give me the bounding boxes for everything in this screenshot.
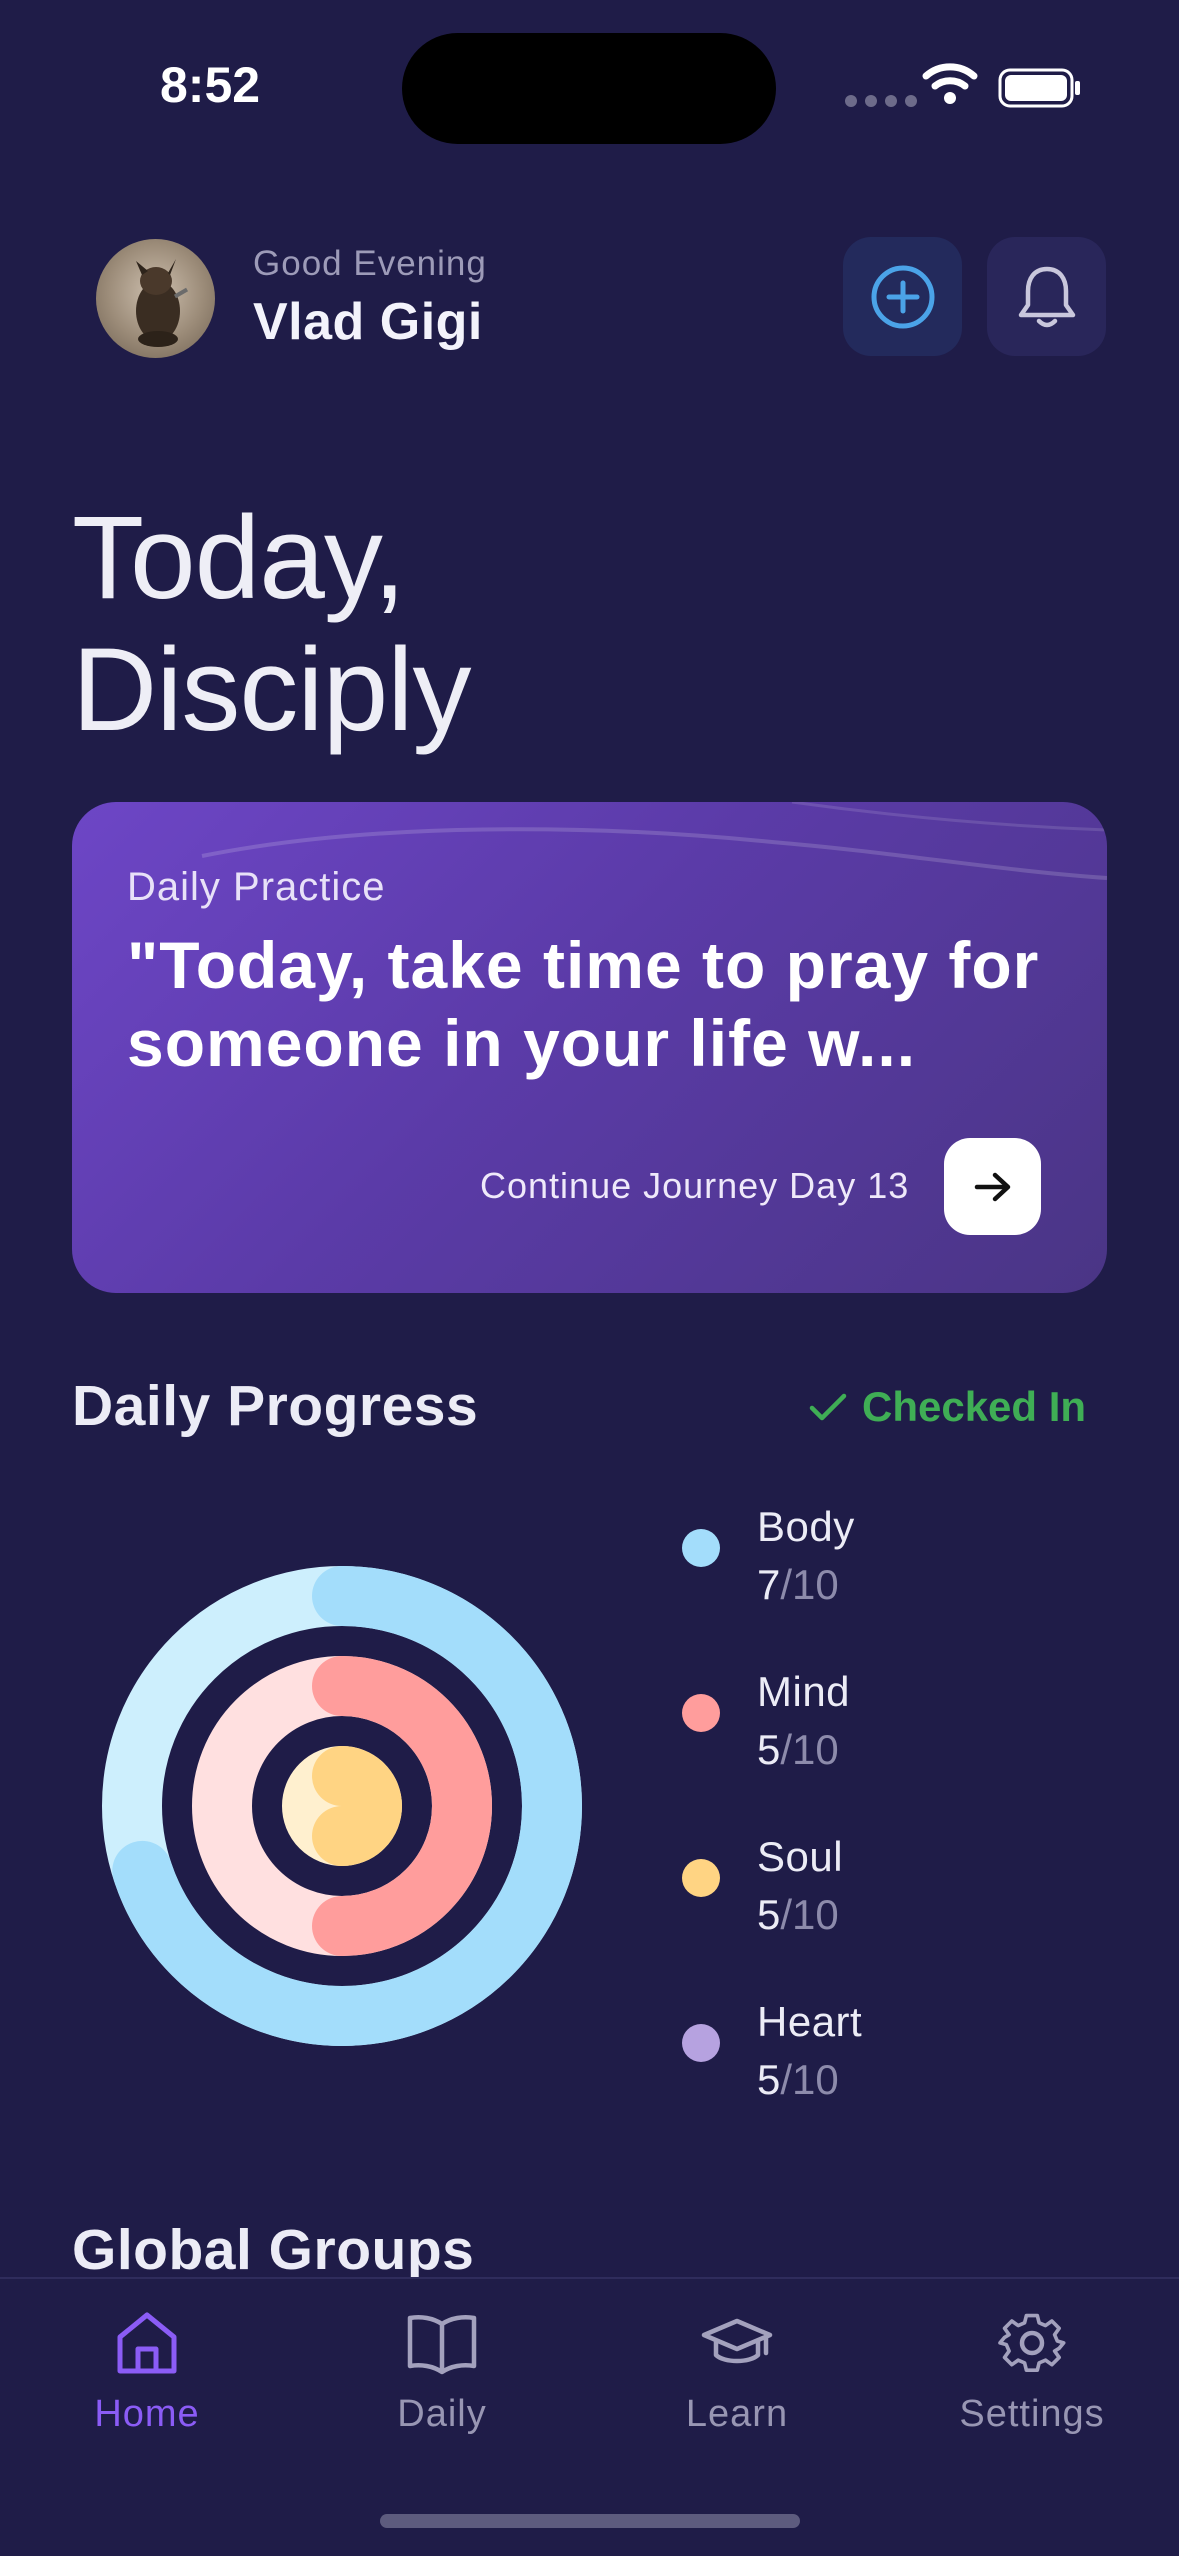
battery-icon xyxy=(998,68,1080,108)
continue-journey-button[interactable] xyxy=(944,1138,1041,1235)
nav-learn-label: Learn xyxy=(685,2393,789,2435)
nav-home-label: Home xyxy=(94,2393,200,2435)
legend-item-mind: Mind 5/10 xyxy=(682,1668,1102,1788)
score-total: /10 xyxy=(780,1891,839,1938)
practice-quote: "Today, take time to pray for someone in… xyxy=(127,928,1040,1080)
legend-label: Body xyxy=(757,1503,855,1550)
avatar[interactable] xyxy=(96,239,215,358)
ring-progress-soul xyxy=(312,1746,402,1866)
user-name: Vlad Gigi xyxy=(253,293,483,351)
legend-label: Soul xyxy=(757,1833,844,1880)
legend-dot-body xyxy=(682,1529,720,1567)
page-title-line-1: Today, xyxy=(72,492,406,624)
legend-label: Mind xyxy=(757,1668,851,1715)
greeting-text: Good Evening xyxy=(253,244,487,283)
check-icon xyxy=(809,1393,847,1421)
card-label: Daily Practice xyxy=(127,865,386,909)
notifications-button[interactable] xyxy=(987,237,1106,356)
plus-circle-icon xyxy=(871,265,934,328)
legend-score: 5/10 xyxy=(757,1726,839,1774)
add-button[interactable] xyxy=(843,237,962,356)
legend-item-heart: Heart 5/10 xyxy=(682,1998,1102,2118)
nav-daily-label: Daily xyxy=(397,2393,487,2435)
legend-dot-heart xyxy=(682,2024,720,2062)
legend-score: 5/10 xyxy=(757,2056,839,2104)
graduation-cap-icon xyxy=(701,2318,773,2364)
progress-rings xyxy=(102,1566,582,2046)
legend-label: Heart xyxy=(757,1998,863,2045)
legend-item-body: Body 7/10 xyxy=(682,1503,1102,1623)
bell-icon xyxy=(1018,266,1075,327)
global-groups-title: Global Groups xyxy=(72,2218,475,2282)
continue-journey-label[interactable]: Continue Journey Day 13 xyxy=(480,1165,909,1207)
wifi-icon xyxy=(922,63,978,104)
score-total: /10 xyxy=(780,2056,839,2103)
dog-photo-icon xyxy=(136,259,189,347)
home-indicator xyxy=(380,2514,800,2528)
book-icon xyxy=(407,2315,477,2375)
legend-score: 5/10 xyxy=(757,1891,839,1939)
checked-in-status: Checked In xyxy=(808,1383,1086,1431)
score-value: 7 xyxy=(757,1561,781,1608)
nav-learn[interactable]: Learn xyxy=(617,2301,857,2436)
legend-dot-mind xyxy=(682,1694,720,1732)
status-time: 8:52 xyxy=(160,57,261,113)
camera-notch xyxy=(402,33,776,144)
score-value: 5 xyxy=(757,1891,781,1938)
nav-settings[interactable]: Settings xyxy=(912,2301,1152,2436)
score-value: 5 xyxy=(757,2056,781,2103)
daily-practice-card[interactable]: Daily Practice "Today, take time to pray… xyxy=(72,802,1107,1293)
score-value: 5 xyxy=(757,1726,781,1773)
nav-home[interactable]: Home xyxy=(27,2301,267,2436)
legend-score: 7/10 xyxy=(757,1561,839,1609)
legend-dot-soul xyxy=(682,1859,720,1897)
checked-in-label: Checked In xyxy=(862,1383,1087,1430)
nav-settings-label: Settings xyxy=(959,2393,1105,2435)
arrow-right-icon xyxy=(974,1172,1010,1201)
gear-icon xyxy=(998,2313,1066,2372)
daily-progress-title: Daily Progress xyxy=(72,1374,479,1438)
nav-daily[interactable]: Daily xyxy=(322,2301,562,2436)
score-total: /10 xyxy=(780,1561,839,1608)
score-total: /10 xyxy=(780,1726,839,1773)
page-title: Today, Disciply xyxy=(72,492,471,756)
page-title-line-2: Disciply xyxy=(72,624,471,756)
cellular-signal-icon xyxy=(845,95,917,107)
home-icon xyxy=(117,2312,177,2374)
legend-item-soul: Soul 5/10 xyxy=(682,1833,1102,1953)
